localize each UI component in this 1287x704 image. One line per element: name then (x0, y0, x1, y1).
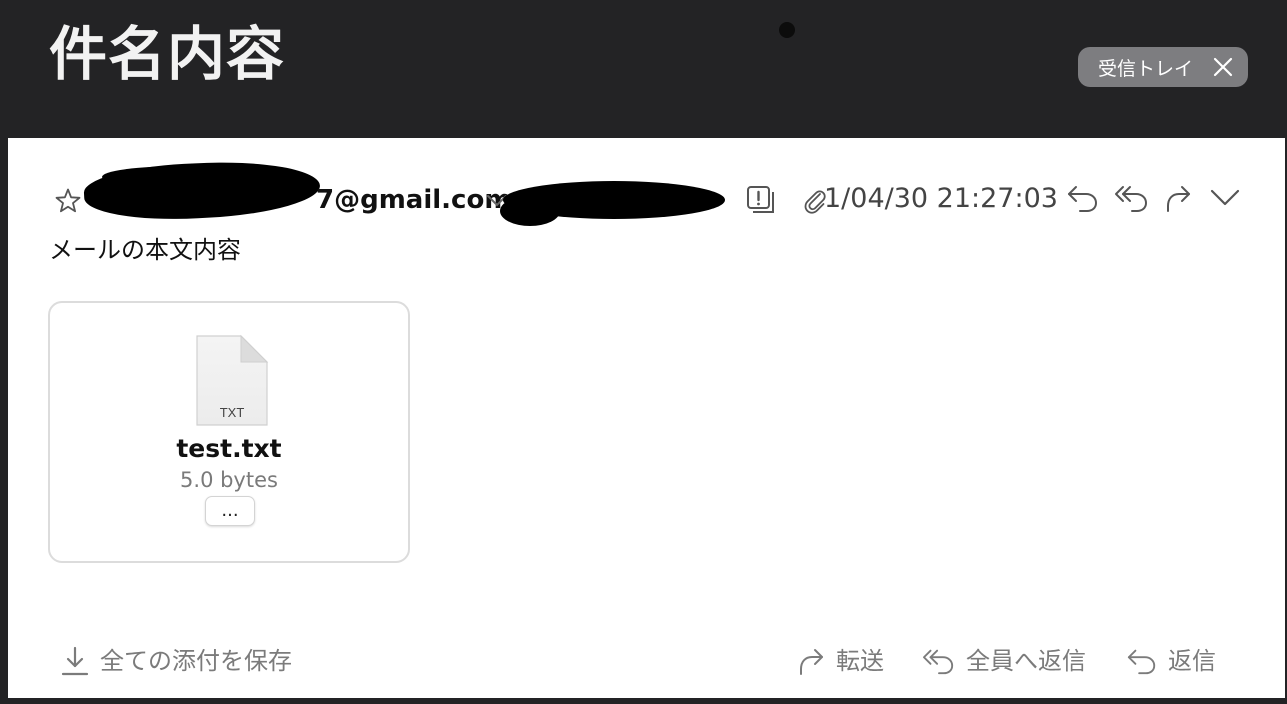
more-actions-chevron-icon[interactable] (1209, 186, 1241, 210)
star-icon[interactable] (54, 187, 82, 215)
forward-label: 転送 (836, 647, 884, 675)
reply-all-icon[interactable] (1114, 181, 1150, 215)
reply-all-label: 全員へ返信 (966, 647, 1086, 675)
message-status-icon[interactable] (746, 185, 776, 215)
reply-button[interactable]: 返信 (1126, 643, 1216, 679)
forward-icon[interactable] (1163, 181, 1193, 215)
attachment-name: test.txt (176, 434, 282, 463)
redacted-recipient-mark (500, 196, 560, 226)
sender-address[interactable]: 7@gmail.com (316, 185, 511, 215)
save-all-attachments-button[interactable]: 全ての添付を保存 (60, 643, 292, 679)
attachment-size: 5.0 bytes (180, 468, 278, 492)
message-date: 1/04/30 21:27:03 (824, 183, 1058, 214)
forward-icon (800, 649, 823, 675)
save-all-label: 全ての添付を保存 (100, 647, 292, 675)
download-icon (61, 646, 89, 676)
close-icon[interactable] (1212, 56, 1234, 78)
mailbox-badge-label: 受信トレイ (1098, 57, 1194, 80)
message-body: メールの本文内容 (49, 236, 241, 264)
message-header: 件名内容 受信トレイ (0, 0, 1287, 138)
message-panel: 7@gmail.com 1/04/30 21:27:03 メールの本文内容 TX… (8, 138, 1285, 698)
file-type-label: TXT (220, 405, 245, 420)
attachment-card[interactable]: TXT test.txt 5.0 bytes ... (48, 301, 410, 563)
forward-button[interactable]: 転送 (796, 643, 884, 679)
redaction-mark (779, 22, 795, 38)
reply-all-icon (922, 649, 954, 675)
message-subject: 件名内容 (49, 20, 286, 88)
reply-icon[interactable] (1066, 181, 1100, 215)
reply-all-button[interactable]: 全員へ返信 (922, 643, 1086, 679)
txt-file-icon: TXT (196, 334, 269, 426)
reply-icon (1127, 649, 1156, 675)
reply-label: 返信 (1168, 647, 1216, 675)
redacted-sender-mark (102, 166, 262, 188)
attachment-more-button[interactable]: ... (205, 496, 255, 526)
mailbox-badge[interactable]: 受信トレイ (1078, 47, 1248, 87)
